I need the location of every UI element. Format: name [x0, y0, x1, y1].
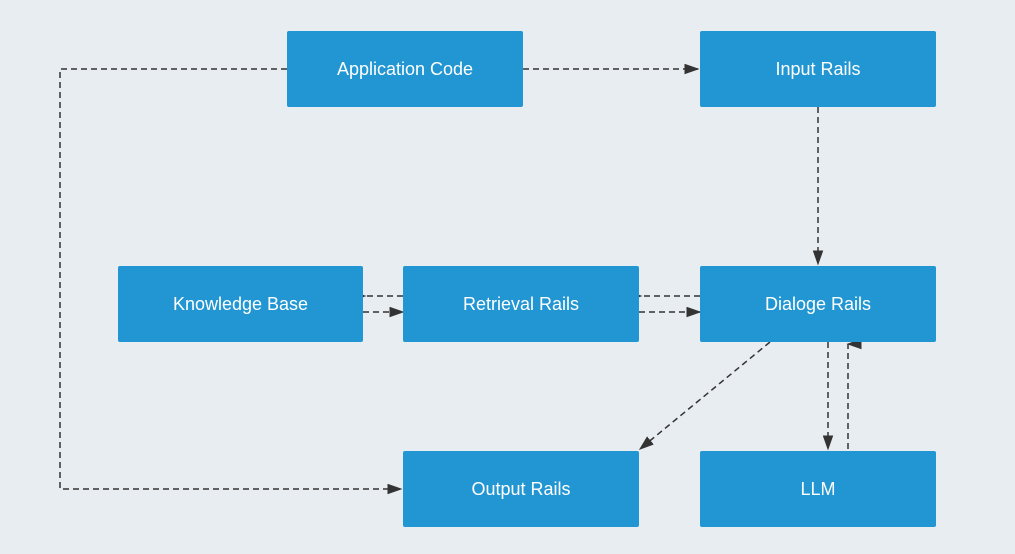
node-input-rails: Input Rails [700, 31, 936, 107]
diagram-container: Application Code Input Rails Knowledge B… [0, 0, 1015, 554]
node-knowledge-base: Knowledge Base [118, 266, 363, 342]
node-dialoge-rails: Dialoge Rails [700, 266, 936, 342]
node-application-code: Application Code [287, 31, 523, 107]
node-output-rails: Output Rails [403, 451, 639, 527]
node-llm: LLM [700, 451, 936, 527]
node-retrieval-rails: Retrieval Rails [403, 266, 639, 342]
